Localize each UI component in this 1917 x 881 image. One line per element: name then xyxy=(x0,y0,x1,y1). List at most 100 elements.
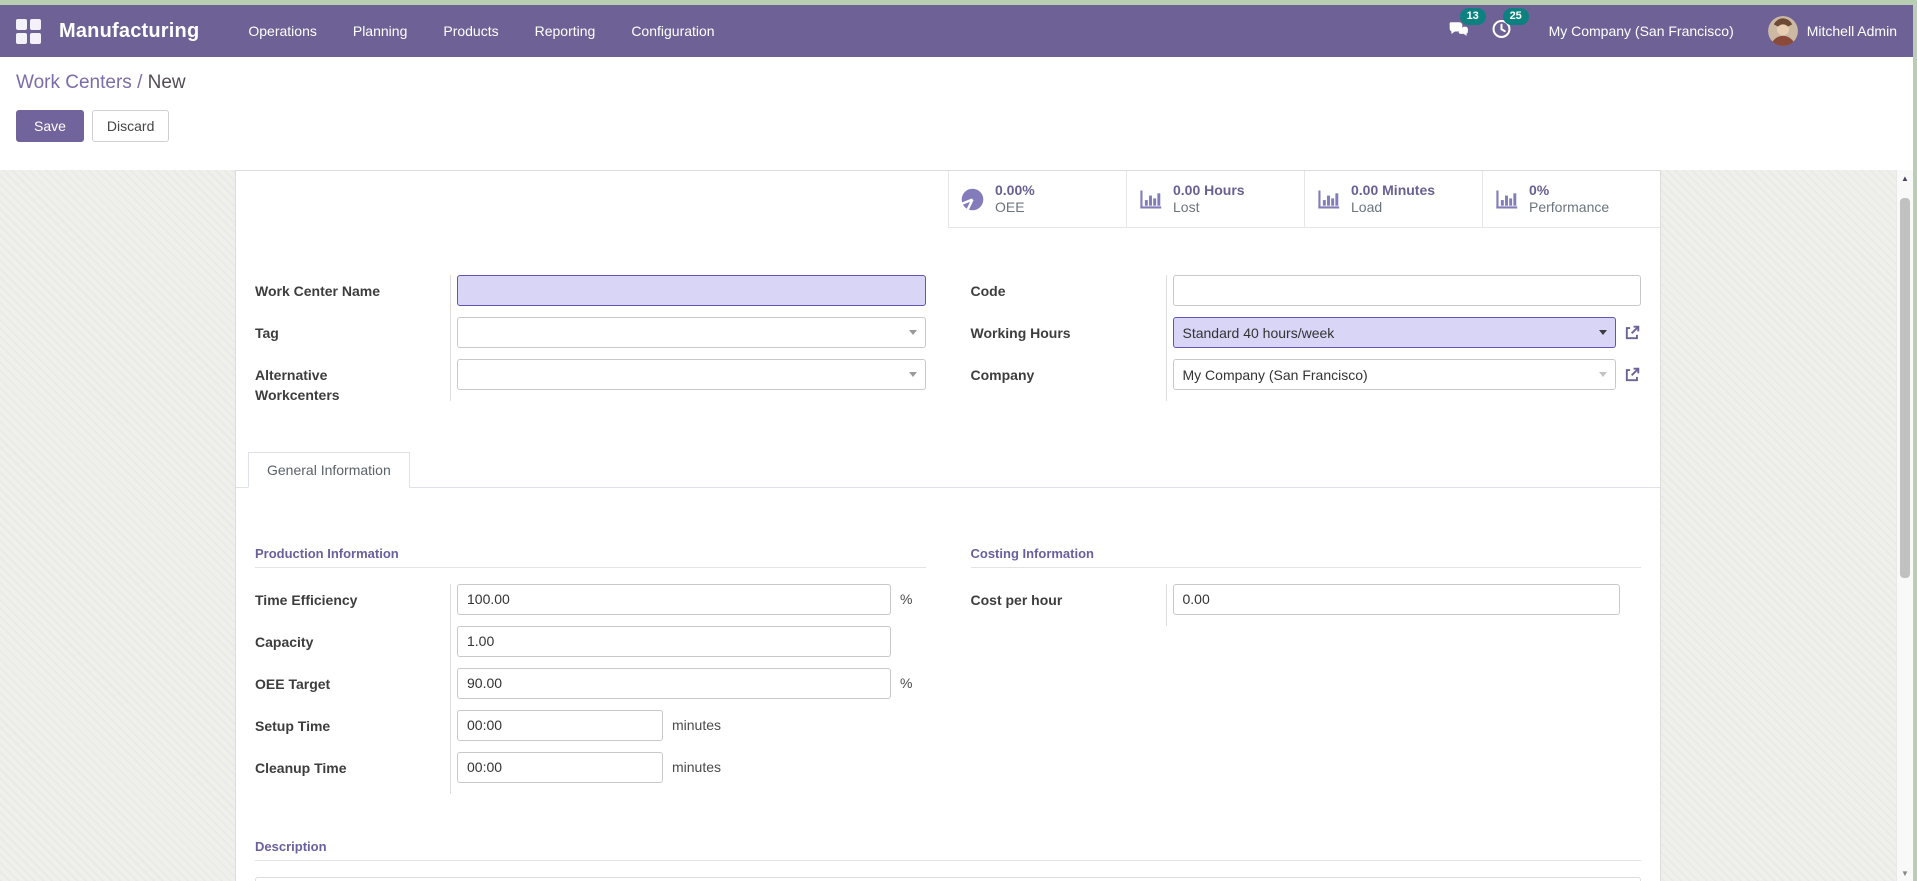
stat-button-load[interactable]: 0.00 MinutesLoad xyxy=(1304,171,1482,228)
label-alternative-workcenters: Alternative Workcenters xyxy=(255,359,450,406)
top-navbar: Manufacturing Operations Planning Products… xyxy=(0,5,1913,57)
field-work-center-name xyxy=(450,275,926,317)
app-name[interactable]: Manufacturing xyxy=(59,20,199,43)
user-name: Mitchell Admin xyxy=(1807,23,1897,39)
field-setup-time: minutes xyxy=(450,710,926,752)
field-capacity xyxy=(450,626,926,668)
discard-button[interactable]: Discard xyxy=(92,110,169,142)
label-cost-per-hour: Cost per hour xyxy=(971,584,1166,610)
stat-label: Performance xyxy=(1529,199,1609,216)
production-information-title: Production Information xyxy=(255,546,926,568)
stat-label: OEE xyxy=(995,199,1035,216)
field-working-hours xyxy=(1166,317,1642,359)
stat-button-bar: 0.00%OEE0.00 HoursLost0.00 MinutesLoad0%… xyxy=(236,171,1660,228)
stat-button-oee[interactable]: 0.00%OEE xyxy=(948,171,1126,228)
external-link-icon[interactable] xyxy=(1623,366,1641,384)
label-capacity: Capacity xyxy=(255,626,450,652)
breadcrumb-current: New xyxy=(148,72,186,93)
stat-value: 0.00 Hours xyxy=(1173,182,1245,199)
apps-grid-icon[interactable] xyxy=(16,19,41,44)
input-tag[interactable] xyxy=(457,317,926,348)
field-group-right: Code Working Hours Company xyxy=(971,275,1642,406)
input-capacity[interactable] xyxy=(457,626,891,657)
activities-count-badge: 25 xyxy=(1503,8,1529,25)
save-button[interactable]: Save xyxy=(16,110,84,142)
menu-reporting[interactable]: Reporting xyxy=(522,14,609,48)
field-cleanup-time: minutes xyxy=(450,752,926,794)
messages-button[interactable]: 13 xyxy=(1447,17,1470,45)
description-title: Description xyxy=(255,839,1641,861)
unit-suffix: % xyxy=(900,591,912,607)
input-working-hours[interactable] xyxy=(1173,317,1617,348)
label-working-hours: Working Hours xyxy=(971,317,1166,343)
notebook-tabs: General Information xyxy=(236,452,1660,488)
label-oee-target: OEE Target xyxy=(255,668,450,694)
general-information-content: Production Information Time Efficiency% C… xyxy=(236,488,1660,794)
bar-chart-icon xyxy=(1137,186,1164,213)
form-sheet: 0.00%OEE0.00 HoursLost0.00 MinutesLoad0%… xyxy=(235,170,1661,881)
label-cleanup-time: Cleanup Time xyxy=(255,752,450,778)
menu-planning[interactable]: Planning xyxy=(340,14,421,48)
field-tag xyxy=(450,317,926,359)
stat-button-performance[interactable]: 0%Performance xyxy=(1482,171,1660,228)
label-company: Company xyxy=(971,359,1166,385)
scrollbar-thumb[interactable] xyxy=(1900,198,1910,578)
form-action-buttons: Save Discard xyxy=(16,110,1913,142)
production-information-section: Production Information Time Efficiency% C… xyxy=(255,546,926,794)
breadcrumb-separator: / xyxy=(132,72,148,93)
stat-value: 0.00% xyxy=(995,182,1035,199)
input-cleanup-time[interactable] xyxy=(457,752,663,783)
stat-label: Lost xyxy=(1173,199,1245,216)
tab-general-information[interactable]: General Information xyxy=(248,452,410,488)
field-time-efficiency: % xyxy=(450,584,926,626)
messages-count-badge: 13 xyxy=(1460,8,1486,25)
stat-button-lost[interactable]: 0.00 HoursLost xyxy=(1126,171,1304,228)
company-switcher[interactable]: My Company (San Francisco) xyxy=(1549,23,1734,39)
description-textarea[interactable] xyxy=(255,877,1641,881)
input-cost-per-hour[interactable] xyxy=(1173,584,1620,615)
activities-button[interactable]: 25 xyxy=(1490,17,1513,45)
form-view-background: 0.00%OEE0.00 HoursLost0.00 MinutesLoad0%… xyxy=(0,170,1913,881)
input-work-center-name[interactable] xyxy=(457,275,926,306)
breadcrumb-work-centers[interactable]: Work Centers xyxy=(16,72,132,93)
input-setup-time[interactable] xyxy=(457,710,663,741)
navbar-systray: 13 25 My Company (San Francisco) Mitchel… xyxy=(1447,16,1913,46)
breadcrumb: Work Centers / New xyxy=(16,72,1913,94)
input-company[interactable] xyxy=(1173,359,1617,390)
stat-label: Load xyxy=(1351,199,1435,216)
user-menu[interactable]: Mitchell Admin xyxy=(1768,16,1897,46)
label-code: Code xyxy=(971,275,1166,301)
input-code[interactable] xyxy=(1173,275,1642,306)
input-time-efficiency[interactable] xyxy=(457,584,891,615)
label-work-center-name: Work Center Name xyxy=(255,275,450,301)
stat-value: 0% xyxy=(1529,182,1609,199)
field-alternative-workcenters xyxy=(450,359,926,401)
menu-operations[interactable]: Operations xyxy=(235,14,329,48)
manufacturing-work-center-form-page: Manufacturing Operations Planning Products… xyxy=(0,0,1917,881)
window-edge-right xyxy=(1913,0,1917,881)
unit-suffix: minutes xyxy=(672,717,721,733)
costing-information-section: Costing Information Cost per hour xyxy=(971,546,1642,794)
control-panel: Work Centers / New Save Discard xyxy=(0,57,1913,170)
scrollbar-up-arrow-icon[interactable]: ▲ xyxy=(1897,170,1913,186)
stat-value: 0.00 Minutes xyxy=(1351,182,1435,199)
description-section: Description xyxy=(236,794,1660,881)
label-time-efficiency: Time Efficiency xyxy=(255,584,450,610)
user-avatar xyxy=(1768,16,1798,46)
label-setup-time: Setup Time xyxy=(255,710,450,736)
external-link-icon[interactable] xyxy=(1623,324,1641,342)
field-code xyxy=(1166,275,1642,317)
input-alternative-workcenters[interactable] xyxy=(457,359,926,390)
window-edge-top xyxy=(0,0,1917,5)
scrollbar-down-arrow-icon[interactable]: ▼ xyxy=(1897,865,1913,881)
unit-suffix: % xyxy=(900,675,912,691)
pie-chart-icon xyxy=(959,186,986,213)
bar-chart-icon xyxy=(1315,186,1342,213)
field-company xyxy=(1166,359,1642,401)
vertical-scrollbar[interactable]: ▲ ▼ xyxy=(1896,170,1913,881)
menu-products[interactable]: Products xyxy=(430,14,511,48)
input-oee-target[interactable] xyxy=(457,668,891,699)
field-group-left: Work Center NameTagAlternative Workcente… xyxy=(255,275,926,406)
header-field-groups: Work Center NameTagAlternative Workcente… xyxy=(236,228,1660,406)
menu-configuration[interactable]: Configuration xyxy=(618,14,727,48)
